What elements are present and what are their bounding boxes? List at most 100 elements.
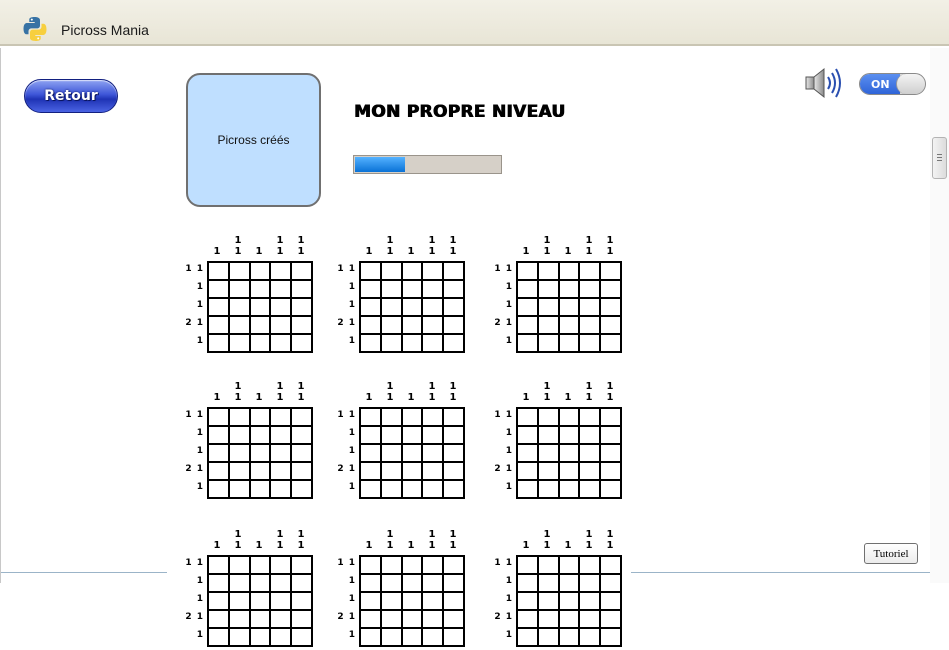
puzzle-thumbnail[interactable]: 111111111 1112 11 [336,525,476,650]
grid-cell [292,611,311,627]
scrollbar-thumb[interactable] [932,137,947,179]
grid-cell [559,593,579,609]
grid-cell [423,557,443,573]
puzzle-thumbnail[interactable]: 111111111 1112 11 [184,377,324,502]
row-clue: 1 [348,594,356,604]
grid-cell [559,445,579,461]
row-clue: 1 [348,446,356,456]
grid-cell [229,557,249,573]
grid-cell [271,299,291,315]
grid-cell [292,593,311,609]
puzzle-thumbnail[interactable]: 111111111 1112 11 [493,231,633,356]
row-clue: 1 1 [185,410,204,420]
grid-cell [229,281,249,297]
grid-cell [361,629,380,645]
puzzle-thumbnail[interactable]: 111111111 1112 11 [336,231,476,356]
column-clue: 1 [564,392,572,403]
grid-cell [250,427,270,443]
column-clue: 1 [386,392,394,403]
column-clue: 1 [255,246,263,257]
grid-cell [518,611,537,627]
column-clue: 1 [297,246,305,257]
grid-cell [402,445,422,461]
grid-cell [209,263,228,279]
back-button[interactable]: Retour [24,79,118,113]
row-clue: 1 1 [494,410,513,420]
grid-cell [381,593,401,609]
puzzle-grid [207,407,313,499]
grid-cell [250,611,270,627]
grid-cell [209,409,228,425]
grid-cell [361,281,380,297]
tutorial-button[interactable]: Tutoriel [864,543,918,564]
grid-cell [292,463,311,479]
column-clue: 1 [543,246,551,257]
grid-cell [402,463,422,479]
grid-cell [271,629,291,645]
row-clue: 1 [348,282,356,292]
grid-cell [229,263,249,279]
grid-cell [580,481,600,497]
row-clue: 2 1 [337,612,356,622]
speaker-icon[interactable] [804,66,846,100]
grid-cell [229,463,249,479]
row-clue: 1 [505,482,513,492]
grid-cell [402,427,422,443]
grid-cell [580,427,600,443]
grid-cell [580,611,600,627]
grid-cell [423,335,443,351]
puzzle-thumbnail[interactable]: 111111111 1112 11 [184,231,324,356]
grid-cell [601,335,620,351]
grid-cell [423,629,443,645]
grid-cell [444,629,463,645]
grid-cell [209,611,228,627]
grid-cell [292,335,311,351]
grid-cell [601,409,620,425]
column-clue: 1 [407,392,415,403]
column-clue: 1 [522,246,530,257]
grid-cell [518,335,537,351]
row-clue: 1 [348,482,356,492]
puzzle-thumbnail[interactable]: 111111111 1112 11 [493,525,633,650]
grid-cell [250,575,270,591]
grid-cell [402,409,422,425]
puzzle-thumbnail[interactable]: 111111111 1112 11 [493,377,633,502]
row-clue: 1 [505,594,513,604]
grid-cell [601,575,620,591]
puzzle-thumbnail[interactable]: 111111111 1112 11 [336,377,476,502]
grid-cell [580,557,600,573]
row-clue: 1 [196,300,204,310]
grid-cell [271,409,291,425]
grid-cell [518,263,537,279]
grid-cell [518,317,537,333]
grid-cell [361,445,380,461]
row-clue: 1 1 [185,558,204,568]
grid-cell [580,629,600,645]
grid-cell [209,593,228,609]
page-title: MON PROPRE NIVEAU [354,102,566,122]
grid-cell [444,445,463,461]
vertical-scrollbar[interactable] [930,48,949,583]
grid-cell [402,335,422,351]
grid-cell [361,335,380,351]
grid-cell [361,481,380,497]
grid-cell [538,593,558,609]
grid-cell [361,593,380,609]
grid-cell [423,263,443,279]
grid-cell [209,481,228,497]
row-clue: 1 [196,282,204,292]
column-clue: 1 [213,392,221,403]
sound-toggle[interactable]: ON [859,73,926,95]
grid-cell [250,281,270,297]
grid-cell [271,317,291,333]
grid-cell [361,575,380,591]
grid-cell [381,427,401,443]
grid-cell [292,409,311,425]
grid-cell [423,481,443,497]
grid-cell [538,409,558,425]
grid-cell [601,463,620,479]
puzzle-thumbnail[interactable]: 111111111 1112 11 [184,525,324,650]
created-picross-button[interactable]: Picross créés [186,73,321,207]
grid-cell [518,409,537,425]
grid-cell [580,335,600,351]
